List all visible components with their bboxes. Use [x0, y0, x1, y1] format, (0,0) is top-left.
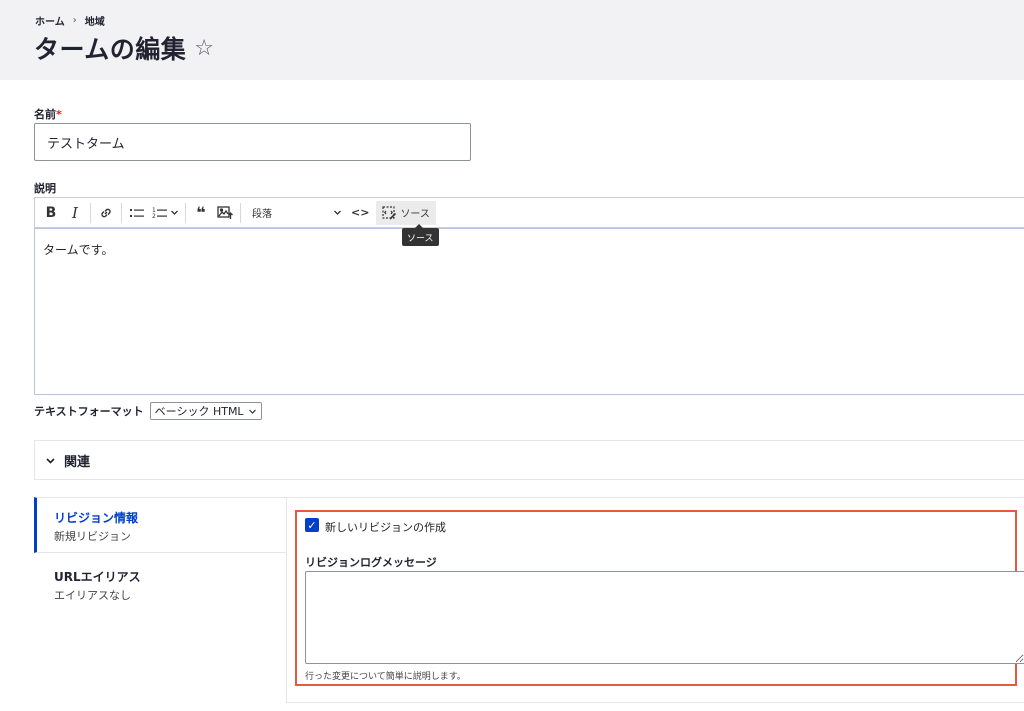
tab-url-alias[interactable]: URLエイリアス エイリアスなし: [34, 557, 286, 607]
related-details-toggle[interactable]: 関連: [34, 440, 1024, 480]
image-upload-button[interactable]: [213, 201, 237, 225]
name-label: 名前*: [34, 106, 62, 122]
breadcrumb-region[interactable]: 地域: [85, 13, 105, 28]
breadcrumb-separator: ›: [72, 15, 77, 26]
toolbar-divider: [121, 202, 122, 223]
chevron-down-icon: [334, 210, 341, 215]
blockquote-button[interactable]: ❝: [189, 201, 213, 225]
description-editor[interactable]: タームです。: [34, 228, 1024, 395]
bulleted-list-button[interactable]: [125, 201, 149, 225]
numbered-list-icon: 1 2: [152, 207, 167, 220]
tab-summary: エイリアスなし: [54, 589, 131, 602]
text-format-value: ベーシック HTML: [154, 405, 244, 418]
revision-log-help: 行った変更について簡単に説明します。: [305, 672, 466, 682]
page-header: ホーム › 地域 タームの編集 ☆: [0, 0, 1024, 80]
source-button[interactable]: ソース: [376, 200, 436, 225]
tab-title: リビジョン情報: [54, 511, 139, 525]
star-icon[interactable]: ☆: [194, 36, 214, 61]
chevron-down-icon: [248, 409, 256, 414]
vertical-tabs: リビジョン情報 新規リビジョン URLエイリアス エイリアスなし: [34, 497, 286, 701]
editor-content: タームです。: [43, 243, 114, 257]
image-upload-icon: [217, 206, 233, 219]
new-revision-label[interactable]: 新しいリビジョンの作成: [325, 519, 446, 535]
required-mark: *: [56, 108, 62, 121]
editor-toolbar: B I 1 2 ❝ 段落 <> ソース: [34, 197, 1024, 228]
bold-button[interactable]: B: [39, 201, 63, 225]
page-title: タームの編集 ☆: [34, 30, 215, 66]
breadcrumb-home[interactable]: ホーム: [35, 13, 65, 28]
toolbar-divider: [240, 202, 241, 223]
toolbar-divider: [90, 202, 91, 223]
source-button-label: ソース: [400, 209, 430, 220]
tab-summary: 新規リビジョン: [54, 530, 131, 543]
text-format-label: テキストフォーマット: [34, 405, 144, 418]
link-button[interactable]: [94, 201, 118, 225]
tab-title: URLエイリアス: [54, 570, 141, 584]
text-format-row: テキストフォーマット ベーシック HTML: [34, 402, 262, 420]
description-label: 説明: [34, 182, 56, 195]
paragraph-dropdown-value: 段落: [252, 209, 272, 220]
breadcrumb: ホーム › 地域: [35, 13, 105, 28]
paragraph-dropdown[interactable]: 段落: [244, 201, 348, 225]
name-label-text: 名前: [34, 108, 56, 121]
numbered-list-button[interactable]: 1 2: [149, 201, 182, 225]
new-revision-checkbox[interactable]: ✓: [305, 518, 319, 532]
source-tooltip: ソース: [402, 224, 439, 246]
chevron-down-icon: [46, 457, 55, 464]
text-format-select[interactable]: ベーシック HTML: [149, 402, 262, 420]
related-label: 関連: [64, 454, 91, 470]
link-icon: [101, 208, 111, 217]
italic-button[interactable]: I: [63, 201, 87, 225]
page-title-text: タームの編集: [34, 35, 187, 64]
chevron-down-icon: [171, 210, 178, 215]
revision-log-label: リビジョンログメッセージ: [305, 556, 437, 569]
toolbar-divider: [185, 202, 186, 223]
code-button[interactable]: <>: [348, 201, 372, 225]
svg-text:2: 2: [152, 213, 156, 220]
bulleted-list-icon: [130, 208, 144, 217]
name-input[interactable]: [34, 123, 471, 161]
tab-revision-info[interactable]: リビジョン情報 新規リビジョン: [34, 497, 286, 553]
revision-log-textarea[interactable]: [305, 571, 1024, 664]
source-edit-icon: [382, 205, 397, 220]
